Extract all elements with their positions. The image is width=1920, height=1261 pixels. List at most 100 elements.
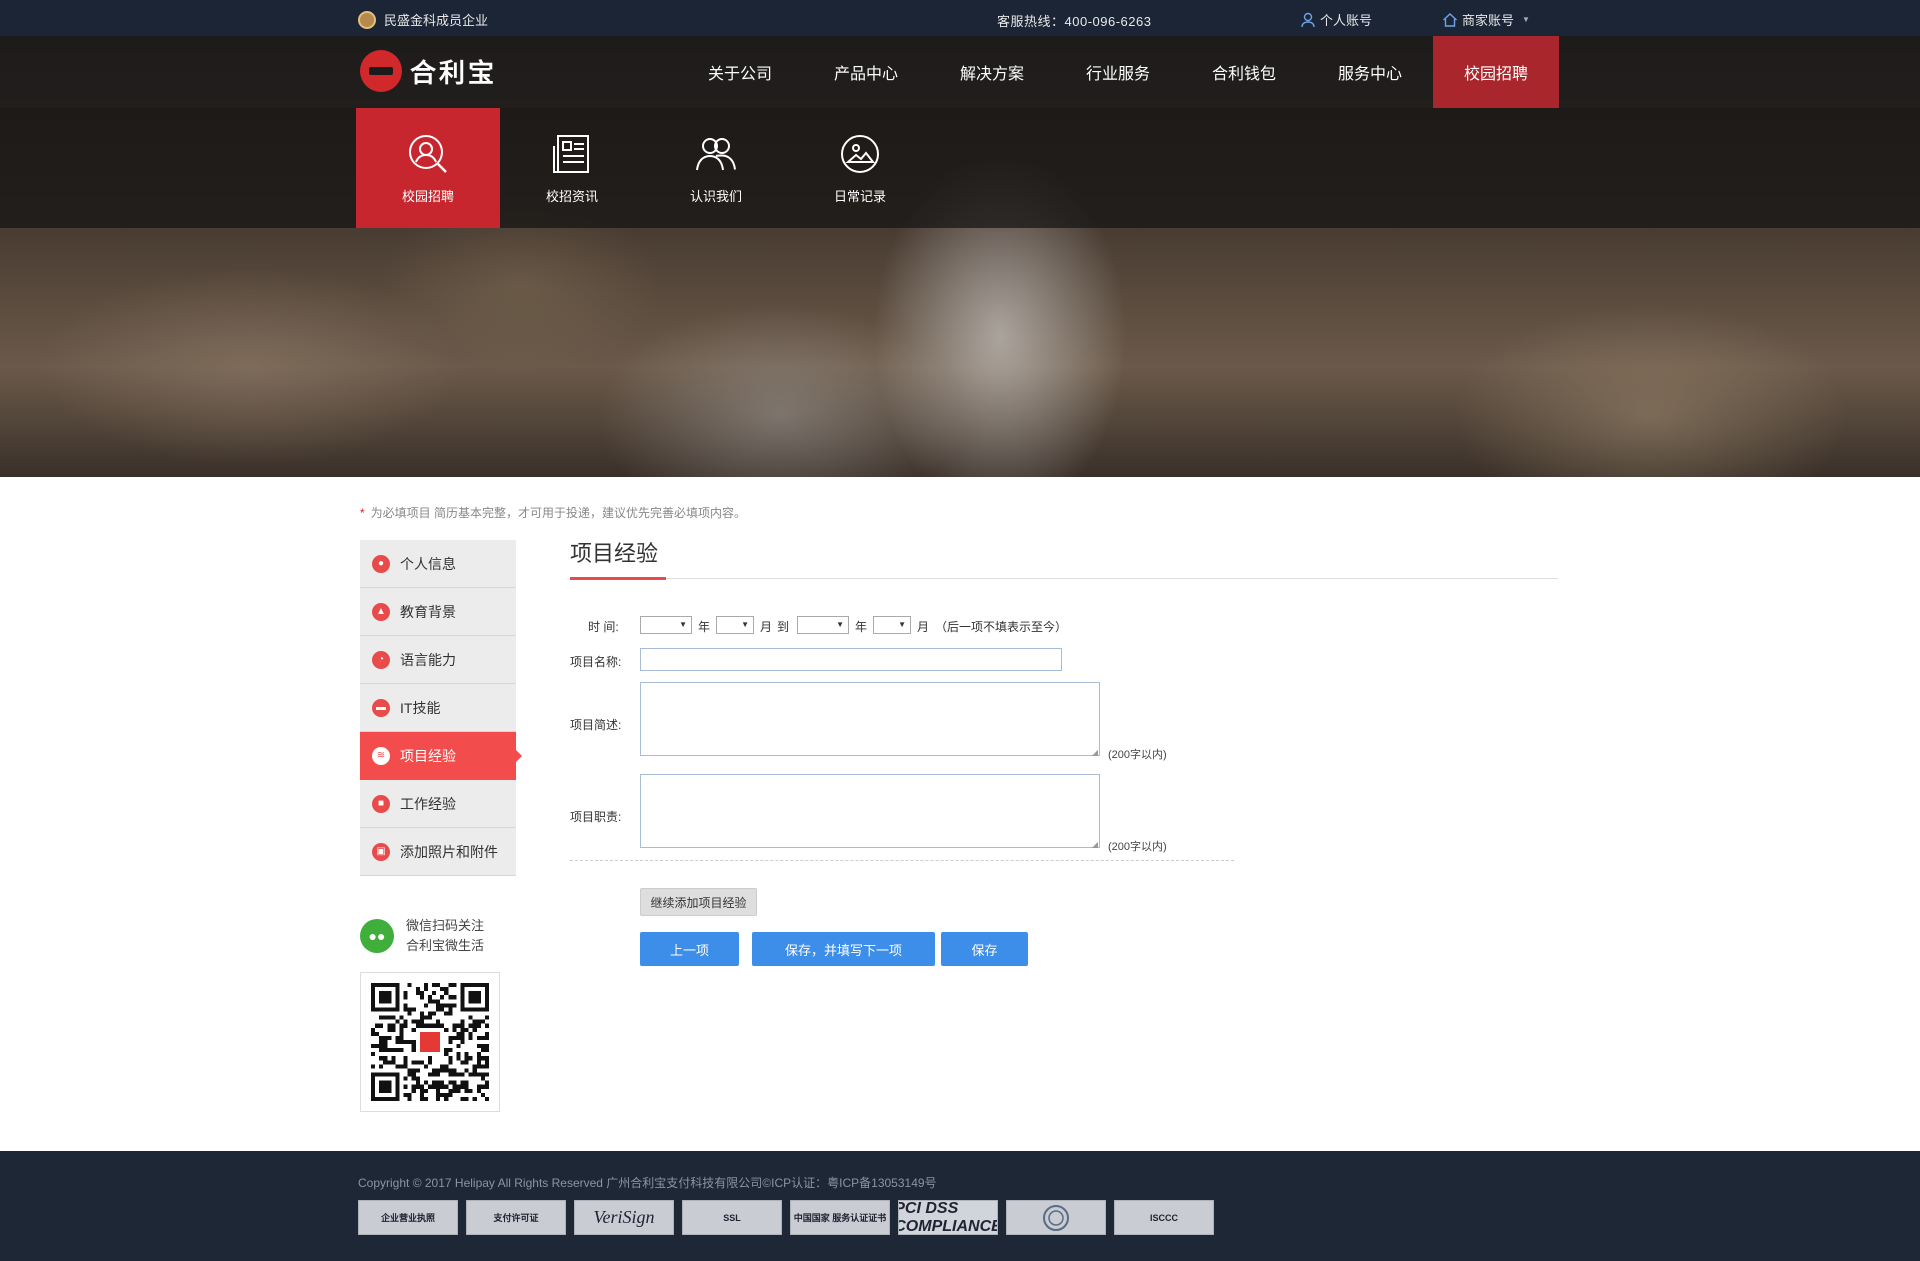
top-bar: 民盛金科成员企业 客服热线：400-096-6263 个人账号 商家账号 ▼ (0, 0, 1920, 36)
project-duty-label: 项目职责: (570, 810, 622, 824)
wechat-line2: 合利宝微生活 (406, 938, 485, 953)
subnav-label: 日常记录 (833, 188, 886, 204)
save-button[interactable]: 保存 (941, 932, 1028, 966)
project-name-label: 项目名称: (570, 655, 622, 669)
sidebar-item-personal-info[interactable]: ● 个人信息 (360, 540, 516, 588)
people-icon (696, 137, 736, 170)
previous-button[interactable]: 上一项 (640, 932, 739, 966)
required-notice: * 为必填项目 简历基本完整，才可用于投递，建议优先完善必填项内容。 (360, 504, 746, 521)
subnav-label: 校园招聘 (401, 188, 454, 204)
payment-license-badge[interactable]: 支付许可证 (466, 1200, 566, 1235)
nav-item-industry[interactable]: 行业服务 (1055, 36, 1181, 108)
to-label: 到 (777, 620, 790, 634)
nav-item-products[interactable]: 产品中心 (803, 36, 929, 108)
user-icon (1301, 12, 1315, 27)
subnav-label: 校招资讯 (545, 188, 598, 204)
briefcase-icon: ■ (372, 794, 390, 813)
sidebar-item-it-skills[interactable]: ▬ IT技能 (360, 684, 516, 732)
personal-account-label: 个人账号 (1320, 13, 1373, 28)
chevron-down-icon: ▼ (1522, 15, 1530, 24)
nav-item-campus[interactable]: 校园招聘 (1433, 36, 1559, 108)
wechat-icon: ●● (360, 919, 394, 953)
copyright: Copyright © 2017 Helipay All Rights Rese… (358, 1176, 937, 1190)
year-unit: 年 (698, 620, 711, 634)
subnav-label: 认识我们 (689, 188, 742, 204)
photo-icon (841, 134, 879, 173)
footer: Copyright © 2017 Helipay All Rights Rese… (0, 1151, 1920, 1261)
seal-badge[interactable] (1006, 1200, 1106, 1235)
sub-nav: 校园招聘 校招资讯 认识我们 日常记录 (0, 108, 1920, 228)
wechat-qr-code (360, 972, 500, 1112)
language-icon: ◔ (372, 650, 390, 669)
title-divider (570, 578, 1558, 579)
person-icon: ● (372, 554, 390, 573)
search-person-icon (409, 134, 447, 173)
merchant-account-dropdown[interactable]: 商家账号 ▼ (1442, 10, 1530, 29)
ssl-badge[interactable]: SSL (682, 1200, 782, 1235)
business-license-badge[interactable]: 企业营业执照 (358, 1200, 458, 1235)
hotline: 客服热线：400-096-6263 (997, 14, 1152, 29)
nav-item-service[interactable]: 服务中心 (1307, 36, 1433, 108)
start-year-select[interactable] (640, 616, 692, 634)
duty-limit-hint: (200字以内) (1108, 841, 1167, 853)
wechat-line1: 微信扫码关注 (406, 918, 485, 933)
save-and-next-button[interactable]: 保存，并填写下一项 (752, 932, 935, 966)
subnav-daily-records[interactable]: 日常记录 (788, 108, 932, 228)
sidebar-item-project-experience[interactable]: ≋ 项目经验 (360, 732, 522, 780)
sidebar-item-label: 教育背景 (400, 603, 456, 620)
year-unit: 年 (855, 620, 868, 634)
project-name-input[interactable] (640, 648, 1062, 671)
subnav-about-us[interactable]: 认识我们 (644, 108, 788, 228)
title-underline (570, 577, 666, 580)
sidebar-item-language[interactable]: ◔ 语言能力 (360, 636, 516, 684)
project-duty-textarea[interactable] (640, 774, 1100, 849)
sidebar-item-label: 添加照片和附件 (400, 843, 498, 860)
enterprise-logo-icon (358, 10, 376, 29)
home-icon (1443, 12, 1457, 27)
sidebar-item-label: 语言能力 (400, 651, 456, 668)
news-icon (553, 134, 589, 173)
monitor-icon: ▬ (372, 698, 390, 717)
verisign-badge[interactable]: VeriSign (574, 1200, 674, 1235)
layers-icon: ≋ (372, 746, 390, 765)
start-month-select[interactable] (716, 616, 754, 634)
end-year-select[interactable] (797, 616, 849, 634)
sidebar-item-label: IT技能 (400, 699, 441, 716)
merchant-account-label: 商家账号 (1462, 13, 1515, 28)
sidebar-item-label: 项目经验 (400, 747, 456, 764)
time-label: 时 间: (588, 620, 619, 634)
project-desc-textarea[interactable] (640, 682, 1100, 757)
end-month-select[interactable] (873, 616, 911, 634)
certification-badges: 企业营业执照 支付许可证 VeriSign SSL 中国国家 服务认证证书 PC… (358, 1200, 1214, 1235)
sidebar-item-photos-attachments[interactable]: ▣ 添加照片和附件 (360, 828, 516, 876)
nav-item-wallet[interactable]: 合利钱包 (1181, 36, 1307, 108)
sidebar-item-education[interactable]: ▲ 教育背景 (360, 588, 516, 636)
project-desc-label: 项目简述: (570, 718, 622, 732)
pci-dss-badge[interactable]: PCI DSS COMPLIANCE (898, 1200, 998, 1235)
enterprise-text: 民盛金科成员企业 (384, 13, 489, 28)
subnav-campus-recruit[interactable]: 校园招聘 (356, 108, 500, 228)
sidebar-item-work-experience[interactable]: ■ 工作经验 (360, 780, 516, 828)
subnav-campus-news[interactable]: 校招资讯 (500, 108, 644, 228)
personal-account-link[interactable]: 个人账号 (1300, 10, 1372, 29)
graduation-cap-icon: ▲ (372, 602, 390, 621)
form-divider (570, 860, 1234, 861)
isccc-badge[interactable]: ISCCC (1114, 1200, 1214, 1235)
enterprise-note: 民盛金科成员企业 (358, 10, 488, 29)
desc-limit-hint: (200字以内) (1108, 749, 1167, 761)
month-unit: 月 (760, 620, 773, 634)
main-nav: 关于公司 产品中心 解决方案 行业服务 合利钱包 服务中心 校园招聘 (677, 36, 1559, 108)
wechat-follow: ●● 微信扫码关注 合利宝微生活 (360, 916, 484, 956)
brand-name: 合利宝 (410, 57, 498, 88)
nav-item-about[interactable]: 关于公司 (677, 36, 803, 108)
sidebar-item-label: 个人信息 (400, 555, 456, 572)
image-icon: ▣ (372, 842, 390, 861)
brand-logo[interactable]: 合利宝 (360, 50, 497, 92)
china-certification-badge[interactable]: 中国国家 服务认证证书 (790, 1200, 890, 1235)
add-more-project-button[interactable]: 继续添加项目经验 (640, 888, 757, 916)
sidebar-item-label: 工作经验 (400, 795, 456, 812)
nav-item-solutions[interactable]: 解决方案 (929, 36, 1055, 108)
section-title: 项目经验 (570, 541, 659, 566)
resume-sidebar: ● 个人信息 ▲ 教育背景 ◔ 语言能力 ▬ IT技能 ≋ 项目经验 ■ 工作经验 ▣ 添加照… (360, 540, 522, 876)
required-star: * (360, 506, 365, 520)
